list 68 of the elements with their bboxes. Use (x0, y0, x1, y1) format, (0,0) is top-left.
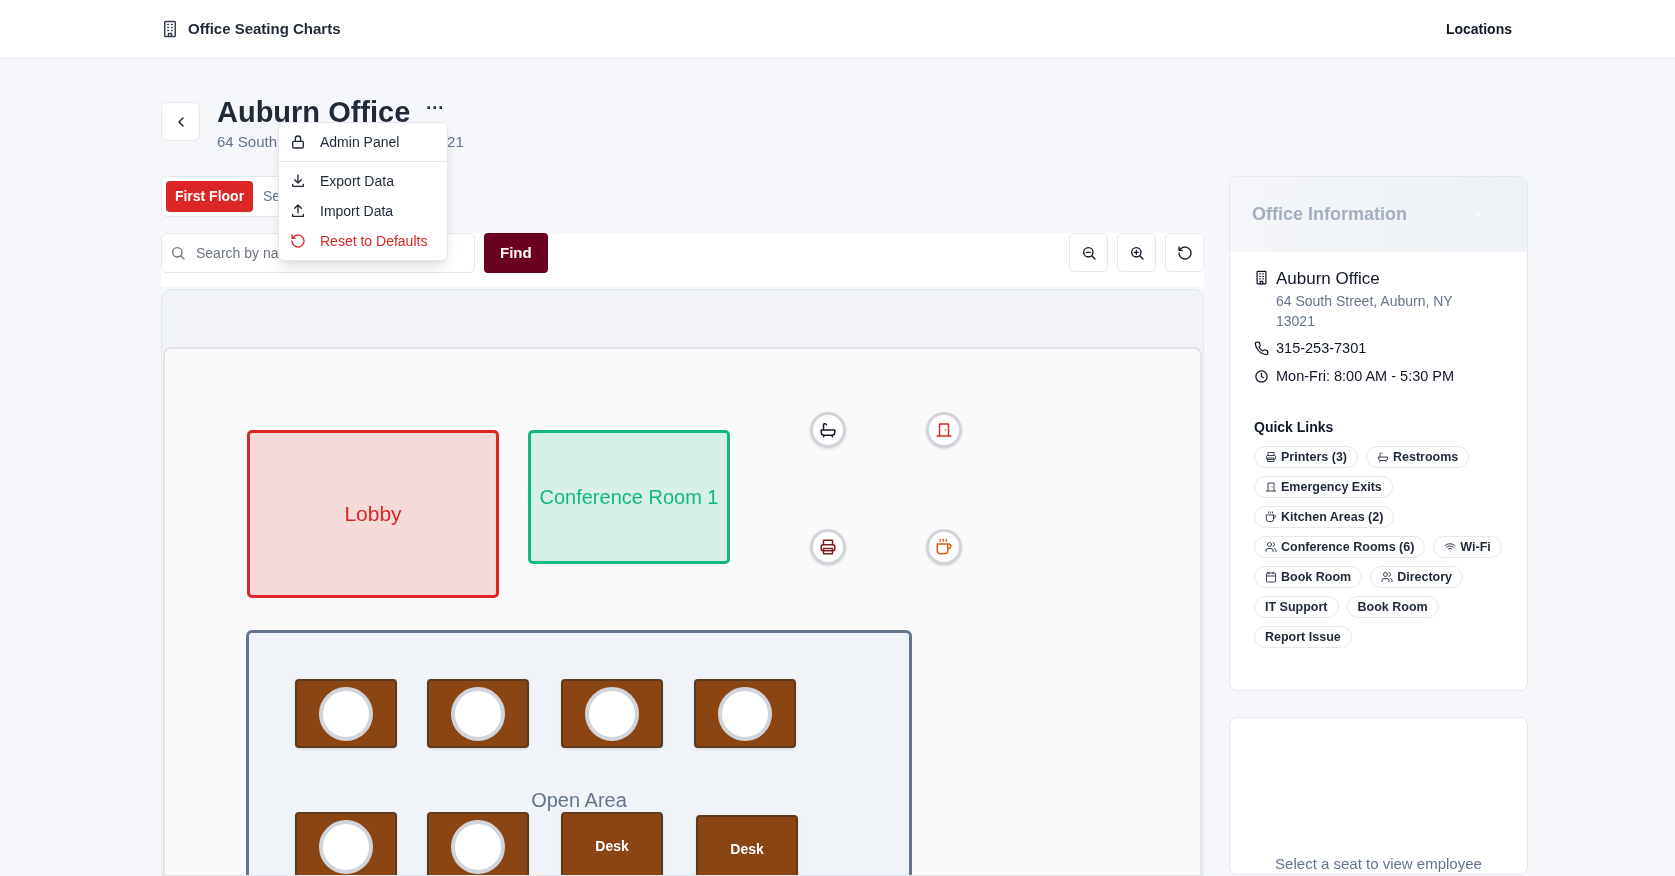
amenity-marker[interactable] (810, 412, 846, 448)
empty-state-text: Select a seat to view employee (1275, 854, 1482, 874)
zoom-out-icon (1080, 244, 1097, 261)
door-icon (935, 421, 953, 439)
seat[interactable] (319, 686, 373, 741)
area-name: Open Area (531, 788, 627, 813)
people-icon (1381, 571, 1394, 583)
bathtub-icon (819, 421, 837, 439)
nav-link[interactable]: Locations (1445, 18, 1512, 40)
cup-icon (1265, 511, 1277, 523)
room-name: Lobby (344, 501, 402, 528)
office-address: 64 South (217, 132, 278, 152)
zoom-in-button[interactable] (1117, 233, 1156, 272)
search-icon (170, 245, 186, 261)
seat[interactable] (451, 686, 505, 741)
office-hours: Mon-Fri: 8:00 AM - 5:30 PM (1276, 367, 1455, 386)
calendar-icon (1265, 571, 1277, 583)
seat[interactable] (319, 819, 373, 874)
seat[interactable] (585, 686, 639, 741)
clock-icon (1254, 368, 1269, 384)
app-title: Office Seating Charts (188, 18, 341, 39)
desk[interactable] (694, 679, 796, 748)
more-button[interactable]: ··· (426, 99, 445, 117)
room[interactable]: Lobby (247, 430, 499, 598)
amenity-marker[interactable] (810, 529, 846, 565)
cup-icon (935, 538, 953, 556)
reset-view-button[interactable] (1165, 233, 1204, 272)
card-title: Office Information (1252, 203, 1407, 226)
desk[interactable] (295, 812, 397, 875)
desk[interactable] (561, 679, 663, 748)
people-icon (1265, 541, 1277, 553)
printer-icon (1265, 451, 1277, 463)
zoom-in-icon (1128, 244, 1145, 261)
amenity-marker[interactable] (926, 529, 962, 565)
section-title: Quick Links (1254, 418, 1335, 437)
bathtub-icon (1377, 451, 1389, 463)
lock-icon (290, 134, 306, 150)
menu-item[interactable]: Import Data (279, 196, 447, 226)
office-name: Auburn Office (1276, 268, 1381, 290)
download-icon (290, 173, 306, 189)
printer-icon (819, 538, 837, 556)
room-name: Conference Room 1 (539, 485, 719, 510)
door-icon (1265, 481, 1277, 493)
upload-icon (290, 203, 306, 219)
seat[interactable] (451, 819, 505, 874)
desk[interactable]: Desk (561, 812, 663, 875)
rotate-icon (1176, 244, 1193, 261)
building-icon (1254, 270, 1269, 285)
office-address: 64 South Street, Auburn, NY 13021 (1276, 292, 1454, 331)
desk[interactable] (427, 679, 529, 748)
office-address: 21 (447, 132, 464, 152)
find-button[interactable]: Find (484, 233, 548, 273)
desk[interactable] (427, 812, 529, 875)
floor-tab[interactable]: First Floor (166, 181, 253, 212)
menu-item[interactable]: Reset to Defaults (279, 226, 447, 256)
seat[interactable] (718, 686, 772, 741)
zoom-out-button[interactable] (1069, 233, 1108, 272)
wifi-icon (1444, 541, 1457, 553)
desk[interactable] (295, 679, 397, 748)
office-phone: 315-253-7301 (1276, 339, 1367, 358)
office-title: Auburn Office (217, 95, 411, 129)
building-icon (161, 20, 179, 38)
desk[interactable]: Desk (696, 815, 798, 875)
reset-icon (290, 233, 306, 249)
menu-item[interactable]: Export Data (279, 166, 447, 196)
amenity-marker[interactable] (926, 412, 962, 448)
menu-item[interactable]: Admin Panel (279, 127, 447, 162)
phone-icon (1254, 340, 1269, 356)
